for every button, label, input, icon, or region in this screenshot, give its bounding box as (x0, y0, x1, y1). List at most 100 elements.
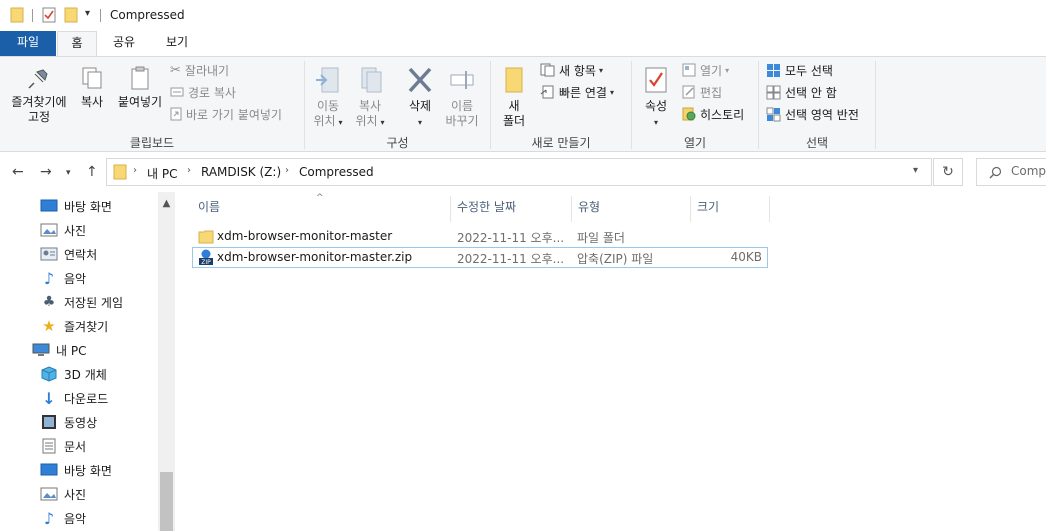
new-folder-label-line1: 새 (508, 99, 520, 113)
move-to-icon (316, 67, 339, 93)
folder-icon (113, 164, 127, 180)
file-modified: 2022-11-11 오후... (457, 231, 565, 245)
address-history-chevron-icon[interactable]: ▾ (913, 165, 918, 176)
paste-label: 붙여넣기 (117, 95, 163, 109)
recent-locations-chevron-icon[interactable]: ▾ (66, 168, 71, 178)
nav-item-label: 동영상 (64, 415, 98, 430)
rename-label-line2: 바꾸기 (445, 114, 479, 128)
address-bar[interactable]: › 내 PC › RAMDISK (Z:) › Compressed ▾ (106, 158, 932, 186)
tab-file[interactable]: 파일 (0, 31, 56, 56)
column-divider[interactable] (769, 196, 770, 222)
history-button[interactable]: 히스토리 (682, 104, 744, 124)
pin-to-quick-access-button[interactable]: 즐겨찾기에 고정 (6, 65, 72, 125)
contacts-icon (40, 247, 58, 261)
copy-to-icon (361, 67, 382, 93)
breadcrumb-chevron-icon[interactable]: › (133, 165, 137, 176)
tab-home[interactable]: 홈 (57, 31, 97, 57)
select-none-button[interactable]: 선택 안 함 (766, 82, 837, 102)
ribbon-tabs: 파일 홈 공유 보기 (0, 31, 1046, 57)
window-title: Compressed (110, 8, 185, 22)
copy-button[interactable]: 복사 (74, 65, 110, 110)
search-input[interactable] (1011, 164, 1046, 178)
file-name: xdm-browser-monitor-master (217, 229, 393, 243)
tab-view[interactable]: 보기 (157, 31, 197, 56)
select-none-icon (766, 85, 781, 99)
breadcrumb-chevron-icon[interactable]: › (285, 165, 289, 176)
3d-objects-icon (41, 366, 57, 382)
back-arrow-icon[interactable]: ← (12, 164, 24, 180)
column-header-size[interactable]: 크기 (691, 200, 769, 222)
chevron-down-icon: ▾ (609, 87, 614, 97)
rename-button[interactable]: 이름 바꾸기 (442, 65, 482, 129)
chevron-down-icon: ▾ (725, 65, 730, 75)
paste-button[interactable]: 붙여넣기 (114, 65, 166, 110)
copy-to-button[interactable]: 복사 위치 ▾ (350, 65, 390, 130)
rename-icon (450, 71, 474, 89)
forward-arrow-icon[interactable]: → (40, 164, 52, 180)
delete-button[interactable]: 삭제 ▾ (400, 65, 440, 130)
nav-item-label: 문서 (64, 439, 87, 454)
file-type: 파일 폴더 (577, 231, 625, 245)
easy-access-icon (540, 85, 554, 99)
refresh-icon[interactable]: ↻ (933, 158, 963, 186)
scroll-up-arrow-icon[interactable]: ▲ (158, 195, 175, 212)
edit-button[interactable]: 편집 (682, 82, 722, 102)
table-row[interactable]: ZIP xdm-browser-monitor-master.zip 2022-… (192, 247, 768, 268)
delete-x-icon (408, 67, 432, 93)
new-group-label: 새로 만들기 (531, 136, 591, 150)
table-row[interactable]: xdm-browser-monitor-master 2022-11-11 오후… (192, 226, 768, 247)
nav-pane-scrollbar-thumb[interactable] (160, 472, 173, 531)
navigation-pane: 바탕 화면 사진 연락처 ♪ 음악 ♣ 저장된 게임 ★ 즐겨찾기 내 PC 3… (0, 192, 176, 531)
copy-label: 복사 (80, 95, 104, 109)
chevron-down-icon: ▾ (380, 118, 385, 127)
move-to-button[interactable]: 이동 위치 ▾ (308, 65, 348, 130)
organize-group-label: 구성 (386, 136, 409, 150)
properties-check-icon[interactable] (42, 7, 56, 23)
nav-item-label: 저장된 게임 (64, 295, 124, 310)
nav-item-label: 3D 개체 (64, 367, 107, 382)
this-pc-icon (32, 343, 50, 356)
clipboard-group-label: 클립보드 (129, 136, 175, 150)
new-item-label: 새 항목 (559, 63, 596, 78)
cut-button[interactable]: ✂ 잘라내기 (170, 60, 229, 80)
invert-selection-label: 선택 영역 반전 (785, 107, 859, 122)
search-box[interactable] (976, 158, 1046, 186)
documents-icon (42, 438, 56, 454)
properties-label: 속성 (644, 99, 668, 113)
chevron-down-icon: ▾ (598, 65, 603, 75)
folder-icon[interactable] (10, 7, 24, 23)
nav-item-label: 사진 (64, 487, 87, 502)
paste-shortcut-button[interactable]: 바로 가기 붙여넣기 (170, 104, 282, 124)
up-arrow-icon[interactable]: ↑ (86, 164, 98, 180)
copy-path-icon (170, 87, 184, 97)
easy-access-button[interactable]: 빠른 연결 ▾ (540, 82, 614, 102)
select-all-button[interactable]: 모두 선택 (766, 60, 833, 80)
desktop-icon (40, 199, 58, 212)
new-folder-icon[interactable] (64, 7, 78, 23)
nav-item-label: 사진 (64, 223, 87, 238)
breadcrumb-chevron-icon[interactable]: › (187, 165, 191, 176)
nav-item-label: 바탕 화면 (64, 463, 112, 478)
new-folder-button[interactable]: 새 폴더 (496, 65, 532, 129)
invert-selection-button[interactable]: 선택 영역 반전 (766, 104, 859, 124)
new-item-button[interactable]: 새 항목 ▾ (540, 60, 603, 80)
breadcrumb-ramdisk[interactable]: RAMDISK (Z:) (201, 165, 281, 179)
copy-path-button[interactable]: 경로 복사 (170, 82, 236, 102)
title-bar: ▾ Compressed (0, 0, 1046, 31)
column-header-name[interactable]: 이름 (192, 200, 450, 222)
chevron-down-icon: ▾ (417, 118, 422, 127)
paste-icon (131, 66, 149, 90)
music-icon: ♪ (43, 508, 55, 528)
open-button[interactable]: 열기 ▾ (682, 60, 729, 80)
tab-share[interactable]: 공유 (104, 31, 144, 56)
column-header-type[interactable]: 유형 (572, 200, 690, 222)
customize-quick-access-icon[interactable]: ▾ (85, 8, 90, 19)
breadcrumb-this-pc[interactable]: 내 PC (147, 165, 177, 182)
copy-to-label-line2: 위치 (355, 114, 378, 128)
copy-path-label: 경로 복사 (188, 85, 236, 100)
open-label: 열기 (700, 63, 723, 78)
properties-button[interactable]: 속성 ▾ (638, 65, 674, 130)
select-all-label: 모두 선택 (785, 63, 833, 78)
breadcrumb-compressed[interactable]: Compressed (299, 165, 374, 179)
column-header-modified[interactable]: 수정한 날짜 (451, 200, 571, 222)
